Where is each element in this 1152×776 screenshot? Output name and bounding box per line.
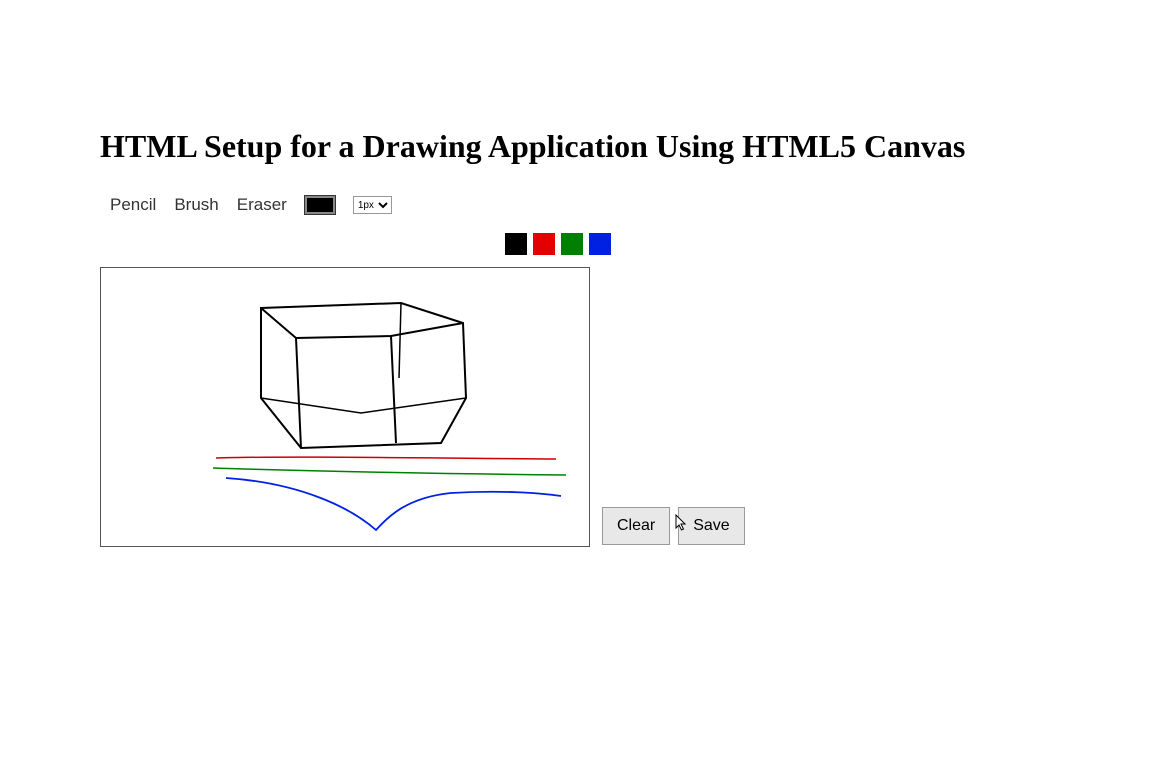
tool-brush[interactable]: Brush <box>174 195 218 215</box>
tool-eraser[interactable]: Eraser <box>237 195 287 215</box>
swatch-blue[interactable] <box>589 233 611 255</box>
clear-button[interactable]: Clear <box>602 507 670 545</box>
swatch-black[interactable] <box>505 233 527 255</box>
tool-pencil[interactable]: Pencil <box>110 195 156 215</box>
drawing-canvas[interactable] <box>100 267 590 547</box>
stroke-size-select[interactable]: 1px <box>353 196 392 214</box>
page-title: HTML Setup for a Drawing Application Usi… <box>100 128 1052 165</box>
color-picker[interactable] <box>305 196 335 214</box>
color-palette <box>505 233 1052 255</box>
toolbar: Pencil Brush Eraser 1px <box>100 195 1052 215</box>
action-buttons: Clear Save <box>602 507 745 545</box>
swatch-red[interactable] <box>533 233 555 255</box>
swatch-green[interactable] <box>561 233 583 255</box>
save-button[interactable]: Save <box>678 507 744 545</box>
